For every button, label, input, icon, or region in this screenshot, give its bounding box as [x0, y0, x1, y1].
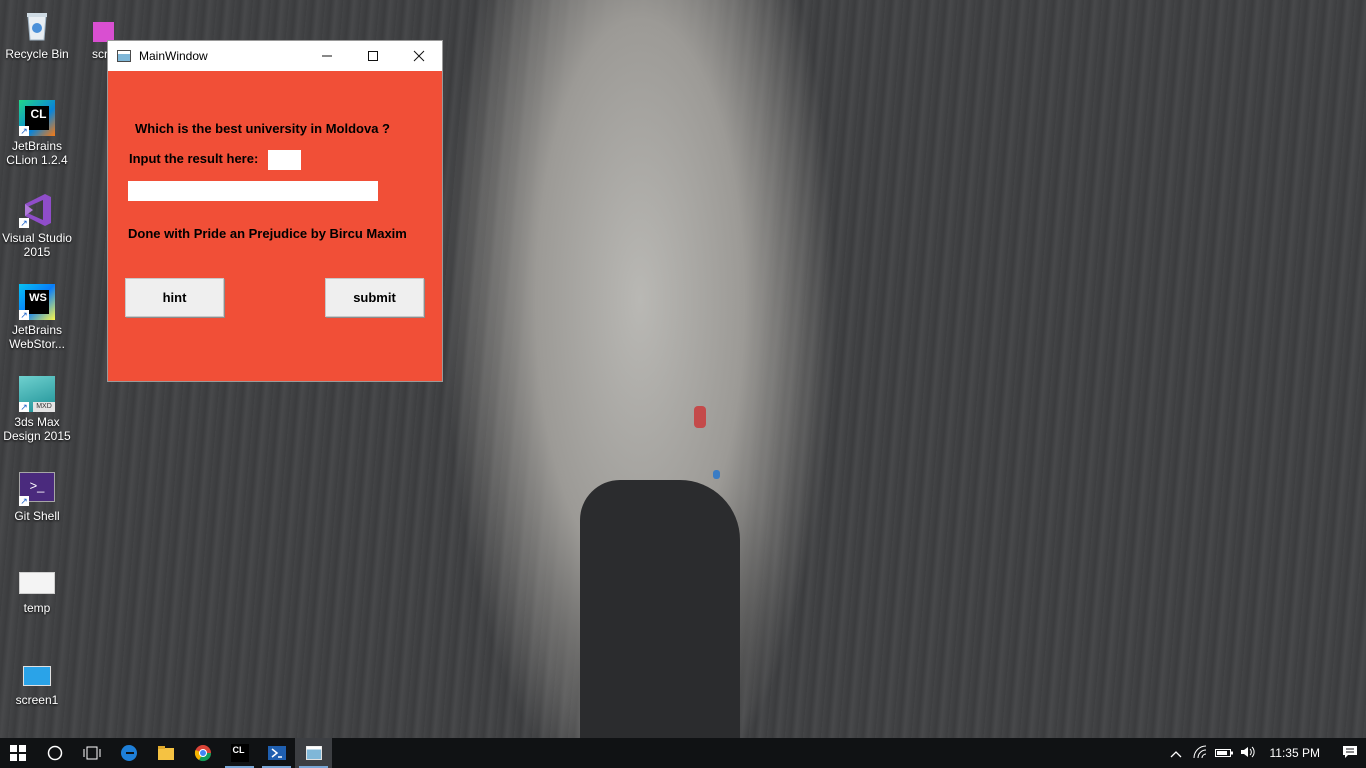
chrome-taskbar-button[interactable] — [184, 738, 221, 768]
desktop-icon-visual-studio[interactable]: ↗ Visual Studio 2015 — [0, 192, 74, 259]
battery-icon — [1214, 748, 1233, 757]
desktop-icon-3ds-max[interactable]: MXD ↗ 3ds Max Design 2015 — [0, 376, 74, 443]
git-shell-icon: >_ ↗ — [19, 470, 55, 506]
volume-button[interactable] — [1236, 745, 1260, 762]
desktop-icon-git-shell[interactable]: >_ ↗ Git Shell — [0, 470, 74, 523]
wallpaper-rock — [580, 480, 740, 738]
cortana-button[interactable] — [36, 738, 73, 768]
desktop-icon-label: JetBrains WebStor... — [9, 323, 65, 351]
action-center-button[interactable] — [1334, 745, 1366, 762]
powershell-icon — [267, 746, 286, 760]
desktop-icon-webstorm[interactable]: WS ↗ JetBrains WebStor... — [0, 284, 74, 351]
taskbar-clock[interactable]: 11:35 PM — [1270, 746, 1320, 760]
start-button[interactable] — [0, 738, 36, 768]
chrome-icon — [194, 745, 211, 762]
result-input[interactable] — [268, 150, 301, 170]
main-window: MainWindow Which is the best university … — [107, 40, 443, 382]
desktop-icon-clion[interactable]: CL ↗ JetBrains CLion 1.2.4 — [0, 100, 74, 167]
minimize-icon — [322, 55, 332, 57]
speaker-icon — [1240, 746, 1255, 757]
hint-button[interactable]: hint — [125, 278, 224, 317]
question-label: Which is the best university in Moldova … — [135, 121, 390, 136]
show-hidden-icons-button[interactable] — [1164, 746, 1188, 761]
wallpaper-climber — [694, 406, 706, 428]
image-file-icon — [19, 562, 55, 598]
clion-taskbar-button[interactable]: CL — [221, 738, 258, 768]
clion-icon: CL — [230, 744, 249, 762]
edge-taskbar-button[interactable] — [110, 738, 147, 768]
chevron-up-icon — [1170, 750, 1181, 757]
desktop-icon-label: JetBrains CLion 1.2.4 — [6, 139, 68, 167]
maximize-button[interactable] — [350, 41, 396, 71]
task-view-icon — [83, 746, 100, 760]
file-explorer-taskbar-button[interactable] — [147, 738, 184, 768]
wallpaper-climber — [713, 470, 720, 479]
network-button[interactable] — [1188, 745, 1212, 762]
notification-icon — [1343, 745, 1357, 758]
edge-icon — [120, 745, 137, 761]
desktop-icon-label: Visual Studio 2015 — [2, 231, 72, 259]
power-button[interactable] — [1212, 746, 1236, 761]
desktop-icon-label: temp — [23, 601, 51, 615]
system-tray: 11:35 PM — [1164, 738, 1366, 768]
visual-studio-icon: ↗ — [19, 192, 55, 228]
image-file-icon — [19, 654, 55, 690]
desktop-icon-screen1[interactable]: screen1 — [0, 654, 74, 707]
task-view-button[interactable] — [73, 738, 110, 768]
file-explorer-icon — [157, 746, 174, 760]
mainwindow-app-icon — [305, 746, 322, 760]
credit-label: Done with Pride an Prejudice by Bircu Ma… — [128, 226, 407, 241]
start-icon — [10, 745, 26, 761]
desktop-icon-label: Recycle Bin — [5, 47, 69, 61]
clion-icon: CL ↗ — [19, 100, 55, 136]
desktop-icon-label: Git Shell — [14, 509, 60, 523]
submit-button[interactable]: submit — [325, 278, 424, 317]
recycle-bin-icon — [19, 8, 55, 44]
maximize-icon — [368, 51, 378, 61]
window-title: MainWindow — [139, 49, 208, 63]
desktop-icon-recycle-bin[interactable]: Recycle Bin — [0, 8, 74, 61]
window-titlebar[interactable]: MainWindow — [108, 41, 442, 71]
desktop-icon-label: 3ds Max Design 2015 — [3, 415, 71, 443]
answer-input[interactable] — [128, 181, 378, 201]
desktop-icon-label: screen1 — [15, 693, 59, 707]
webstorm-icon: WS ↗ — [19, 284, 55, 320]
window-app-icon — [117, 50, 131, 62]
wifi-icon — [1193, 745, 1206, 758]
close-icon — [413, 50, 425, 62]
mainwindow-taskbar-button[interactable] — [295, 738, 332, 768]
taskbar: CL 11:35 PM — [0, 738, 1366, 768]
close-button[interactable] — [396, 41, 442, 71]
3ds-max-icon: MXD ↗ — [19, 376, 55, 412]
input-label: Input the result here: — [129, 151, 259, 166]
desktop-icon-temp[interactable]: temp — [0, 562, 74, 615]
cortana-icon — [47, 745, 62, 761]
powershell-taskbar-button[interactable] — [258, 738, 295, 768]
folder-icon — [75, 8, 114, 44]
minimize-button[interactable] — [304, 41, 350, 71]
